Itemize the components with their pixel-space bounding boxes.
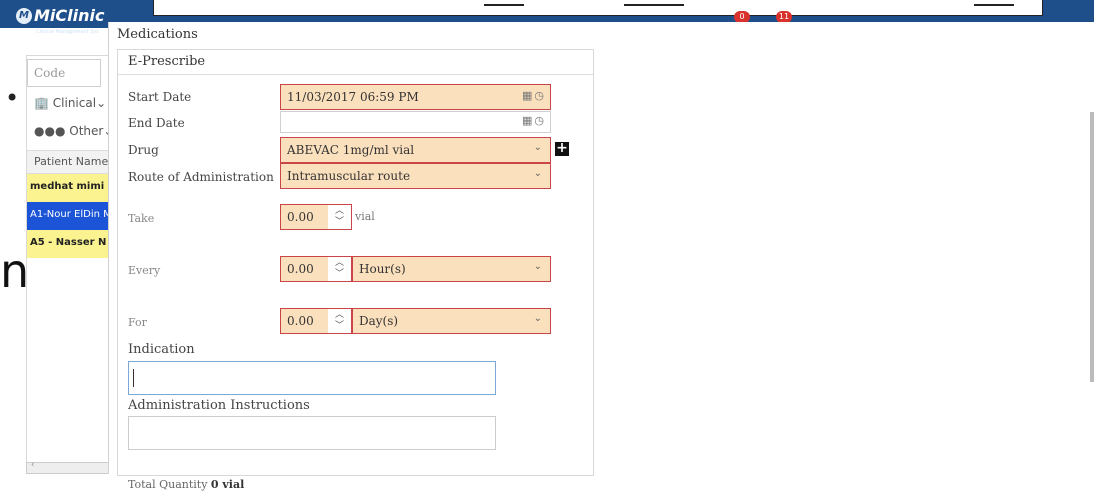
dialog-title: Medications — [117, 27, 198, 42]
chevron-down-icon: ⌄ — [533, 142, 542, 153]
patient-sidebar: Code 🏢 Clinical⌄ ●●● Other⌄ Patient Name… — [26, 55, 113, 474]
panel-heading: E-Prescribe — [118, 50, 593, 75]
building-icon: 🏢 — [34, 96, 49, 110]
take-label: Take — [128, 212, 155, 225]
medications-dialog: Medications E-Prescribe Start Date 11/03… — [108, 22, 1094, 491]
take-unit: vial — [355, 210, 375, 223]
chevron-down-icon: ⌄ — [533, 261, 542, 272]
more-dots-icon: ●●● — [34, 124, 66, 138]
patient-column-header[interactable]: Patient Name — [27, 150, 111, 174]
stray-glyph: n — [0, 244, 30, 298]
admin-instructions-input[interactable] — [128, 416, 496, 450]
take-input[interactable]: 0.00 — [280, 204, 328, 230]
chevron-down-icon: ⌄ — [533, 168, 542, 179]
chevron-up-icon[interactable]: ︿ — [335, 206, 344, 216]
for-stepper[interactable]: ︿ ﹀ — [328, 308, 352, 334]
clock-icon[interactable]: ◷ — [534, 89, 546, 102]
indication-input[interactable] — [128, 361, 496, 395]
logo-icon: M — [16, 8, 32, 24]
every-unit-select[interactable]: Hour(s) ⌄ — [352, 256, 551, 282]
chevron-down-icon[interactable]: ﹀ — [335, 217, 344, 227]
drug-select[interactable]: ABEVAC 1mg/ml vial ⌄ — [280, 137, 551, 163]
chevron-down-icon: ⌄ — [533, 313, 542, 324]
dialog-scrollbar[interactable] — [1090, 112, 1094, 382]
e-prescribe-panel: E-Prescribe Start Date 11/03/2017 06:59 … — [117, 49, 594, 491]
drug-label: Drug — [128, 143, 159, 157]
route-select[interactable]: Intramuscular route ⌄ — [280, 163, 551, 189]
for-input[interactable]: 0.00 — [280, 308, 328, 334]
chevron-down-icon: ⌄ — [96, 96, 107, 110]
patient-row[interactable]: medhat mimi — [27, 174, 111, 202]
admin-instructions-label: Administration Instructions — [128, 398, 310, 413]
start-date-field[interactable]: 11/03/2017 06:59 PM ▦◷ — [280, 84, 551, 110]
bullet-dot: • — [5, 84, 20, 112]
chevron-up-icon[interactable]: ︿ — [335, 258, 344, 268]
app-logo[interactable]: M MiClinic Clinical Management Sys — [16, 8, 116, 35]
code-input[interactable]: Code — [27, 59, 101, 87]
route-label: Route of Administration — [128, 170, 274, 184]
chevron-up-icon[interactable]: ︿ — [335, 310, 344, 320]
header-banner-image — [153, 0, 1043, 16]
take-stepper[interactable]: ︿ ﹀ — [328, 204, 352, 230]
chevron-down-icon[interactable]: ﹀ — [335, 269, 344, 279]
calendar-icon[interactable]: ▦ — [522, 114, 534, 127]
scroll-left-icon: ‹ — [31, 460, 35, 470]
every-input[interactable]: 0.00 — [280, 256, 328, 282]
clock-icon[interactable]: ◷ — [534, 114, 546, 127]
end-date-label: End Date — [128, 116, 185, 130]
horizontal-scrollbar[interactable]: ‹ — [26, 460, 110, 474]
calendar-icon[interactable]: ▦ — [522, 89, 534, 102]
start-date-label: Start Date — [128, 90, 192, 104]
end-date-field[interactable]: ▦◷ — [280, 111, 551, 133]
total-quantity: Total Quantity 0 vial — [128, 478, 245, 491]
patient-row-selected[interactable]: A1-Nour ElDin M — [27, 202, 111, 230]
every-stepper[interactable]: ︿ ﹀ — [328, 256, 352, 282]
clinical-filter[interactable]: 🏢 Clinical⌄ — [34, 96, 106, 110]
indication-label: Indication — [128, 342, 195, 357]
other-filter[interactable]: ●●● Other⌄ — [34, 124, 113, 138]
every-label: Every — [128, 264, 161, 277]
chevron-down-icon[interactable]: ﹀ — [335, 321, 344, 331]
for-unit-select[interactable]: Day(s) ⌄ — [352, 308, 551, 334]
patient-row[interactable]: A5 - Nasser N — [27, 230, 111, 258]
add-drug-button[interactable]: + — [555, 141, 569, 156]
for-label: For — [128, 316, 147, 329]
total-quantity-value: 0 vial — [210, 478, 245, 491]
